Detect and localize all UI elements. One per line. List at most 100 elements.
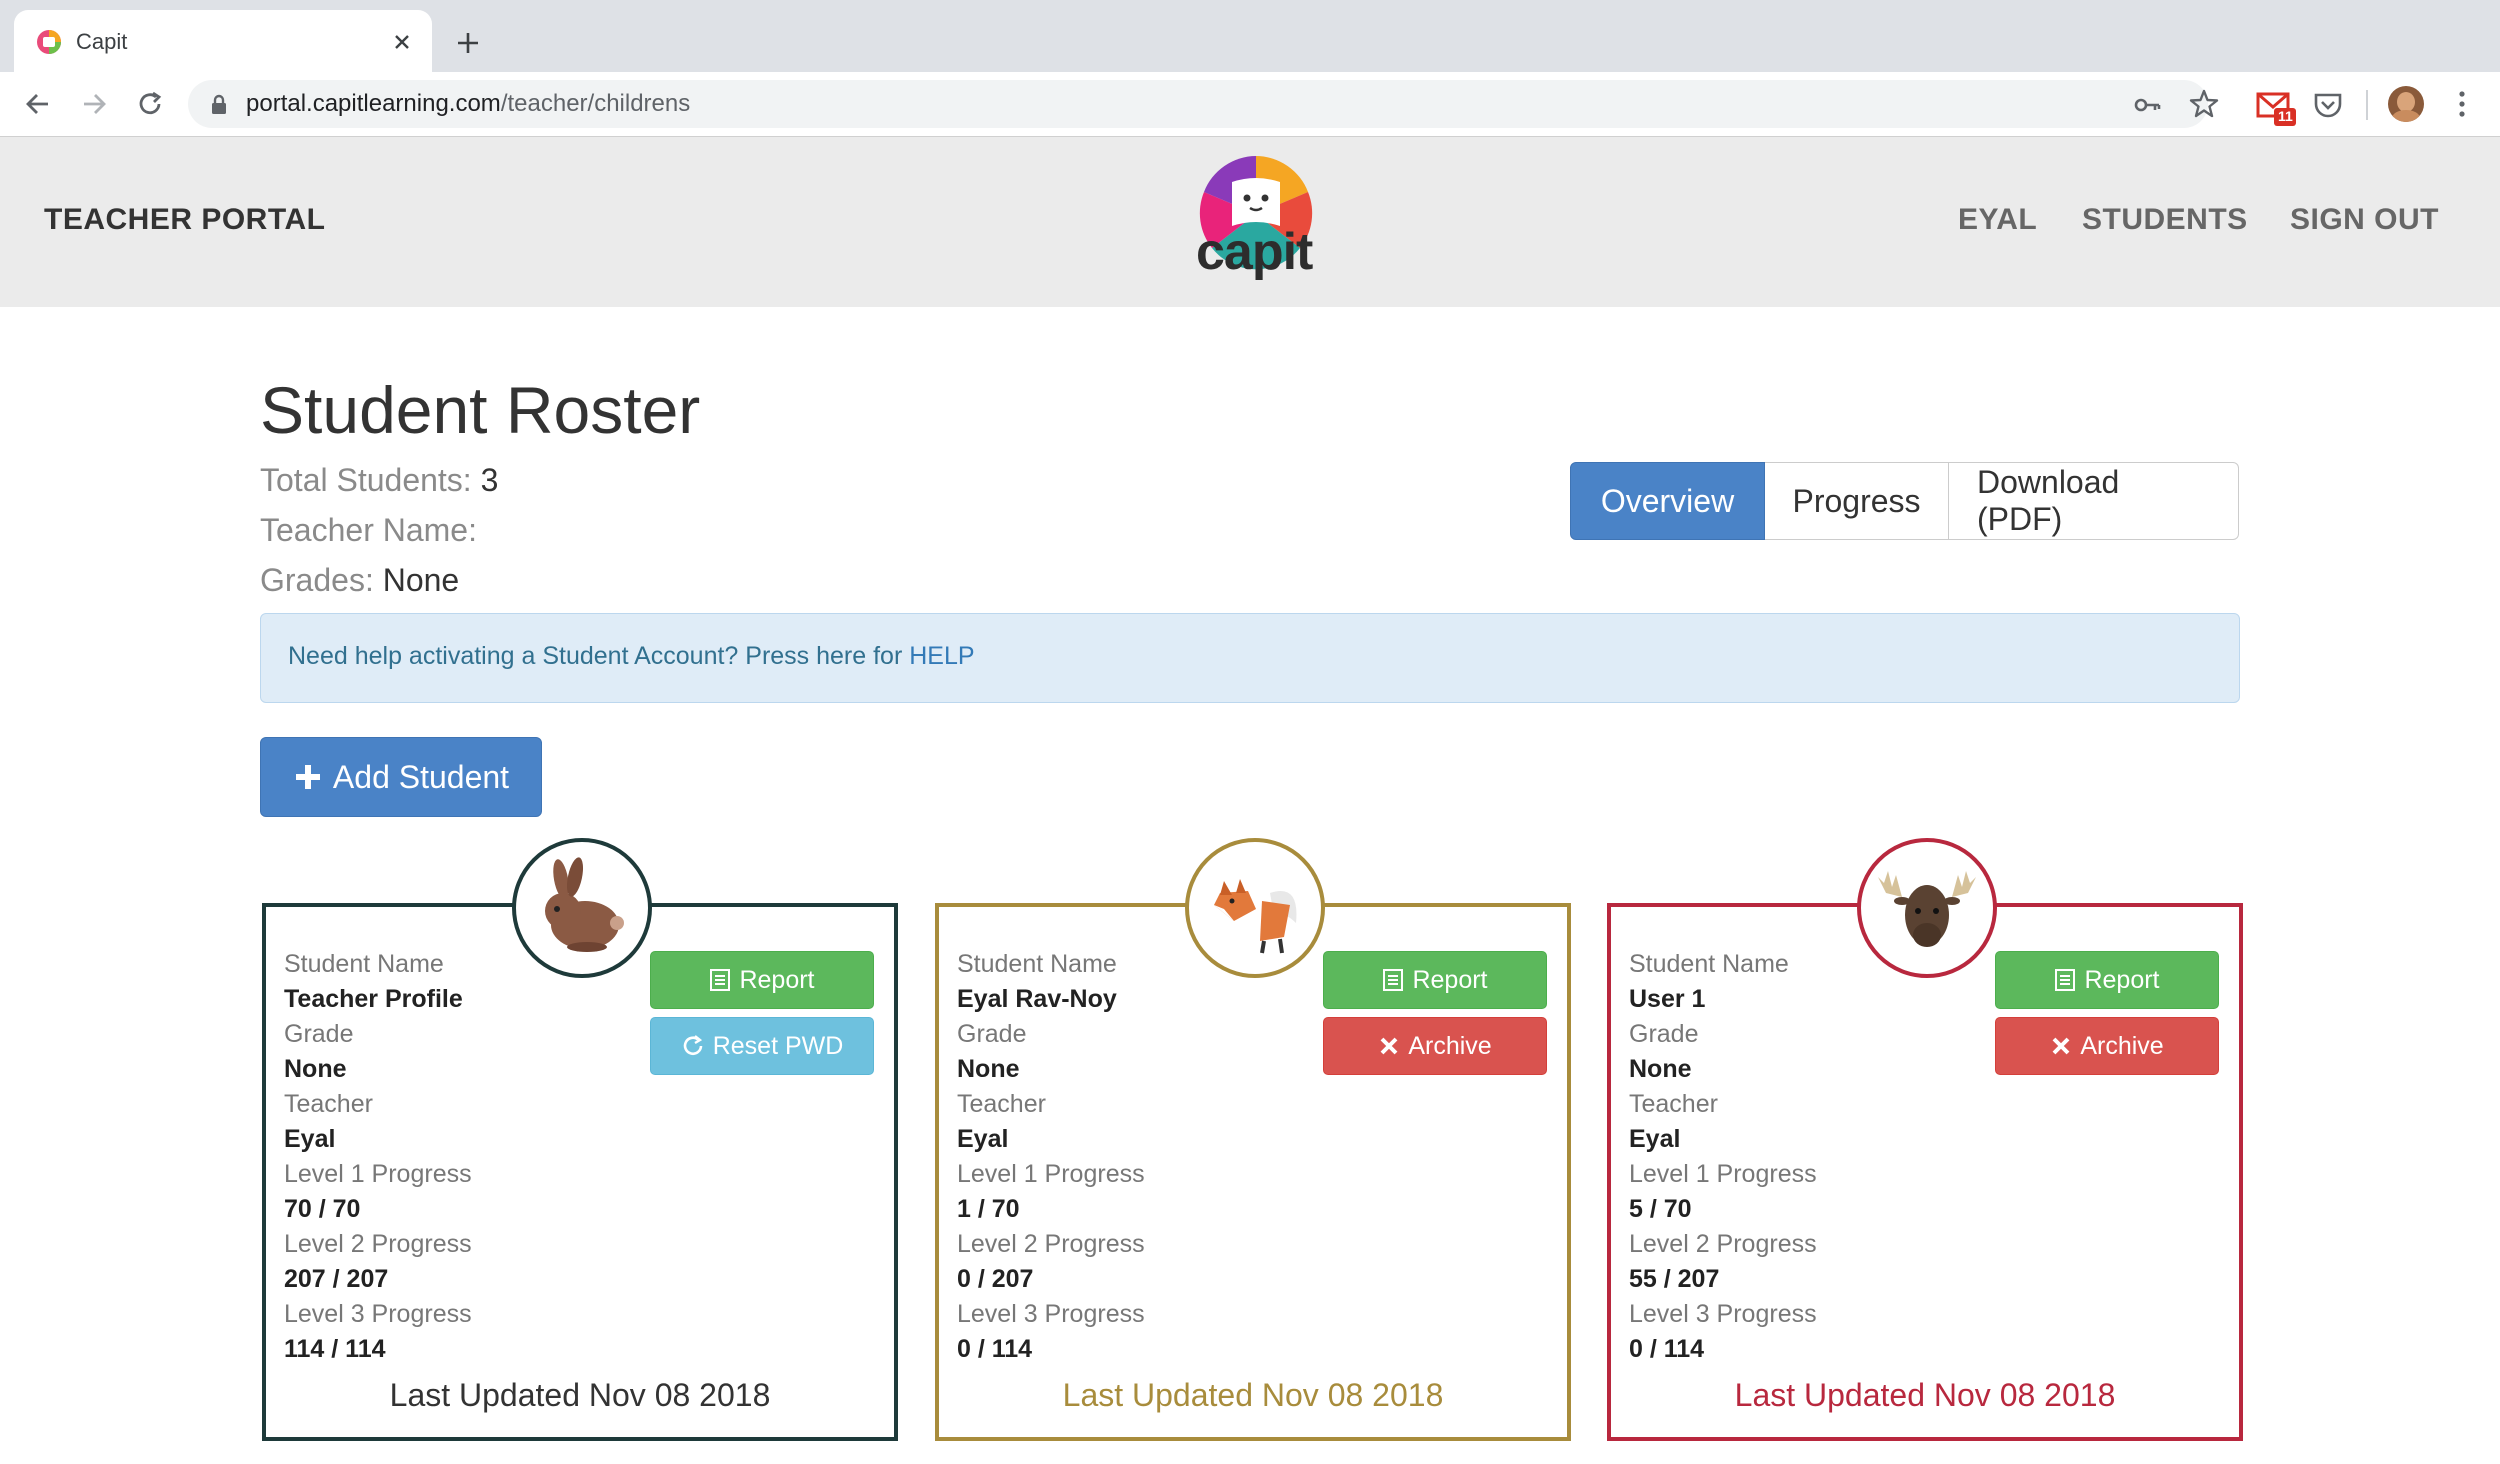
teacher-label: Teacher [284, 1090, 373, 1118]
level3-value: 114 / 114 [284, 1335, 386, 1363]
progress-button[interactable]: Progress [1765, 462, 1949, 540]
tab-close-icon[interactable] [386, 26, 418, 58]
tab-title: Capit [76, 29, 128, 54]
nav-sign-out[interactable]: SIGN OUT [2290, 203, 2439, 237]
gmail-extension-icon[interactable]: 11 [2256, 88, 2296, 133]
grades-label: Grades: [260, 562, 374, 598]
grade-value: None [284, 1055, 347, 1083]
teacher-value: Eyal [957, 1125, 1009, 1153]
teacher-value: Eyal [1629, 1125, 1681, 1153]
teacher-value: Eyal [284, 1125, 336, 1153]
report-button[interactable]: Report [1995, 951, 2219, 1009]
level1-value: 5 / 70 [1629, 1195, 1692, 1223]
student-name-value: Eyal Rav-Noy [957, 985, 1117, 1013]
teacher-label: Teacher [957, 1090, 1046, 1118]
report-label: Report [2084, 965, 2160, 994]
lock-icon [206, 91, 232, 117]
level2-value: 207 / 207 [284, 1265, 389, 1293]
level2-label: Level 2 Progress [1629, 1230, 1817, 1258]
level1-label: Level 1 Progress [957, 1160, 1145, 1188]
last-updated: Last Updated Nov 08 2018 [1062, 1377, 1444, 1413]
overview-button[interactable]: Overview [1570, 462, 1765, 540]
total-students-label: Total Students: [260, 462, 472, 498]
report-button[interactable]: Report [650, 951, 874, 1009]
grades-value: None [382, 562, 460, 598]
total-students: Total Students: 3 [260, 462, 498, 499]
page-title: Student Roster [260, 373, 701, 447]
total-students-value: 3 [480, 462, 499, 498]
capit-favicon-icon [36, 29, 62, 55]
archive-button[interactable]: Archive [1323, 1017, 1547, 1075]
student-card-1: Student Name Teacher Profile Grade None … [262, 903, 898, 1441]
new-tab-icon[interactable] [452, 27, 484, 59]
list-icon [710, 969, 731, 991]
student-name-value: Teacher Profile [284, 985, 463, 1013]
fox-icon [1185, 838, 1325, 978]
student-name-label: Student Name [1629, 950, 1789, 978]
list-icon [1383, 969, 1404, 991]
student-card-2: Student Name Eyal Rav-Noy Grade None Tea… [935, 903, 1571, 1441]
report-button[interactable]: Report [1323, 951, 1547, 1009]
level2-value: 55 / 207 [1629, 1265, 1720, 1293]
view-button-group: Overview Progress Download (PDF) [1570, 462, 2239, 540]
add-student-button[interactable]: Add Student [260, 737, 542, 817]
profile-avatar[interactable] [2388, 86, 2424, 122]
student-name-value: User 1 [1629, 985, 1706, 1013]
bookmark-star-icon[interactable] [2188, 88, 2220, 125]
level2-label: Level 2 Progress [957, 1230, 1145, 1258]
report-label: Report [1412, 965, 1488, 994]
grade-value: None [957, 1055, 1020, 1083]
level1-label: Level 1 Progress [284, 1160, 472, 1188]
level3-label: Level 3 Progress [957, 1300, 1145, 1328]
forward-icon[interactable] [74, 84, 114, 124]
brand-title[interactable]: TEACHER PORTAL [44, 203, 325, 237]
level3-label: Level 3 Progress [1629, 1300, 1817, 1328]
logo-text: capit [1196, 223, 1313, 281]
archive-label: Archive [2080, 1031, 2164, 1060]
back-icon[interactable] [18, 84, 58, 124]
level3-label: Level 3 Progress [284, 1300, 472, 1328]
help-text: Need help activating a Student Account? … [288, 642, 975, 671]
level2-label: Level 2 Progress [284, 1230, 472, 1258]
pocket-icon[interactable] [2312, 90, 2344, 127]
student-card-3: Student Name User 1 Grade None Teacher E… [1607, 903, 2243, 1441]
close-icon [1380, 1037, 1398, 1055]
teacher-name: Teacher Name: [260, 512, 477, 549]
rabbit-icon [512, 838, 652, 978]
last-updated: Last Updated Nov 08 2018 [1734, 1377, 2116, 1413]
grade-label: Grade [1629, 1020, 1699, 1048]
download-pdf-button[interactable]: Download (PDF) [1949, 462, 2239, 540]
toolbar-divider [2366, 90, 2368, 120]
moose-icon [1857, 838, 1997, 978]
archive-button[interactable]: Archive [1995, 1017, 2219, 1075]
last-updated: Last Updated Nov 08 2018 [389, 1377, 771, 1413]
reset-pwd-button[interactable]: Reset PWD [650, 1017, 874, 1075]
level1-value: 70 / 70 [284, 1195, 361, 1223]
refresh-icon [683, 1035, 703, 1055]
browser-menu-icon[interactable] [2452, 88, 2472, 125]
list-icon [2055, 969, 2076, 991]
archive-label: Archive [1408, 1031, 1492, 1060]
help-link[interactable]: HELP [909, 642, 974, 670]
reset-pwd-label: Reset PWD [712, 1031, 844, 1060]
plus-icon [295, 765, 320, 789]
grade-value: None [1629, 1055, 1692, 1083]
grade-label: Grade [284, 1020, 354, 1048]
student-name-label: Student Name [284, 950, 444, 978]
teacher-label: Teacher [1629, 1090, 1718, 1118]
add-student-label: Add Student [332, 758, 510, 795]
nav-eyal[interactable]: EYAL [1958, 203, 2037, 237]
reload-icon[interactable] [130, 84, 170, 124]
level1-label: Level 1 Progress [1629, 1160, 1817, 1188]
capit-logo[interactable]: capit [1192, 152, 1320, 290]
gmail-badge: 11 [2278, 108, 2293, 124]
level3-value: 0 / 114 [1629, 1335, 1705, 1363]
grade-label: Grade [957, 1020, 1027, 1048]
student-name-label: Student Name [957, 950, 1117, 978]
report-label: Report [739, 965, 815, 994]
level1-value: 1 / 70 [957, 1195, 1020, 1223]
level2-value: 0 / 207 [957, 1265, 1034, 1293]
url-text: portal.capitlearning.com/teacher/childre… [246, 90, 691, 117]
key-icon[interactable] [2132, 90, 2162, 125]
nav-students[interactable]: STUDENTS [2082, 203, 2248, 237]
